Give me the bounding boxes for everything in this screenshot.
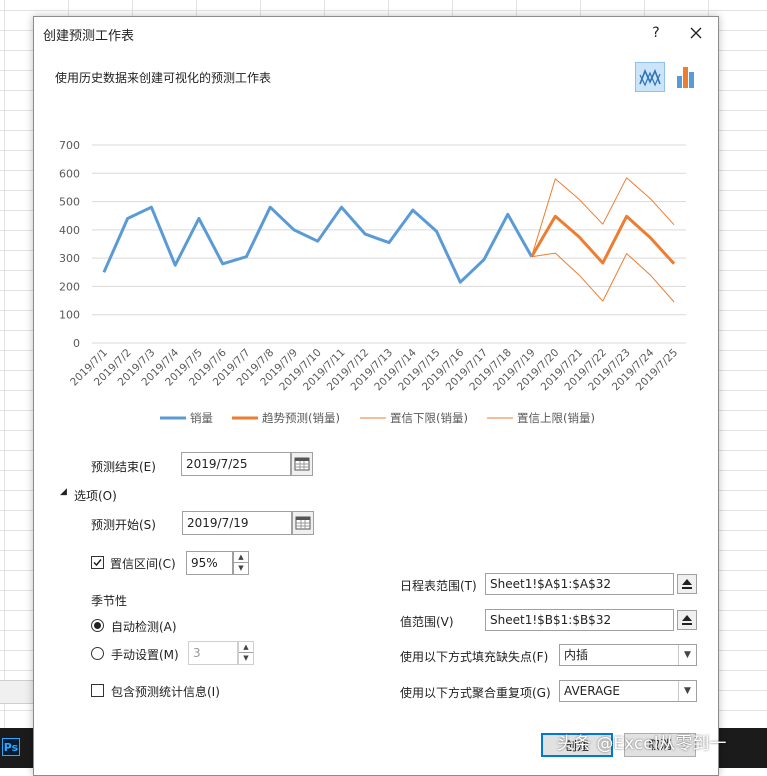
photoshop-icon[interactable]: Ps [2, 738, 20, 756]
y-tick-label: 200 [59, 280, 80, 293]
range-select-icon [678, 575, 696, 593]
fill-missing-value: 内插 [564, 648, 588, 662]
forecast-chart: 01002003004005006007002019/7/12019/7/220… [34, 17, 718, 437]
series-line-3 [532, 178, 675, 257]
spin-down-icon[interactable]: ▼ [234, 563, 248, 574]
spin-down-icon[interactable]: ▼ [239, 653, 253, 664]
include-stats-checkbox[interactable] [91, 684, 104, 697]
timeline-range-label: 日程表范围(T) [400, 577, 477, 594]
calendar-icon [292, 453, 312, 475]
create-forecast-dialog: 创建预测工作表 ? 使用历史数据来创建可视化的预测工作表 01002003004… [33, 16, 719, 776]
legend-label: 销量 [190, 411, 213, 425]
legend-label: 趋势预测(销量) [262, 411, 340, 425]
values-range-collapse-button[interactable] [677, 610, 697, 630]
watermark: 头条 @Excel从零到一 [557, 729, 726, 754]
range-select-icon [678, 611, 696, 629]
forecast-end-label: 预测结束(E) [91, 458, 156, 475]
confidence-label: 置信区间(C) [110, 555, 176, 572]
timeline-range-collapse-button[interactable] [677, 574, 697, 594]
manual-value-input[interactable]: 3 [188, 641, 238, 665]
calendar-icon [293, 512, 313, 534]
fill-missing-select[interactable]: 内插 ▼ [559, 644, 697, 666]
spin-up-icon[interactable]: ▲ [234, 552, 248, 563]
confidence-input[interactable]: 95% [186, 551, 233, 575]
manual-spinner[interactable]: ▲ ▼ [238, 641, 254, 665]
sheet-tab-strip [0, 680, 34, 704]
values-range-label: 值范围(V) [400, 613, 454, 630]
y-tick-label: 600 [59, 167, 80, 180]
aggregate-label: 使用以下方式聚合重复项(G) [400, 684, 551, 701]
spin-up-icon[interactable]: ▲ [239, 642, 253, 653]
forecast-start-calendar-button[interactable] [292, 511, 314, 535]
y-tick-label: 300 [59, 252, 80, 265]
seasonality-label: 季节性 [91, 592, 127, 609]
forecast-end-input[interactable]: 2019/7/25 [181, 452, 291, 476]
forecast-start-input[interactable]: 2019/7/19 [182, 511, 292, 535]
auto-detect-radio[interactable] [91, 619, 104, 632]
chevron-down-icon: ▼ [678, 645, 696, 665]
y-tick-label: 400 [59, 224, 80, 237]
collapse-arrow-icon[interactable]: ◢ [60, 487, 67, 497]
y-tick-label: 700 [59, 139, 80, 152]
legend-label: 置信上限(销量) [517, 411, 595, 425]
include-stats-label: 包含预测统计信息(I) [111, 683, 220, 700]
confidence-spinner[interactable]: ▲ ▼ [233, 551, 249, 575]
y-tick-label: 0 [73, 337, 80, 350]
y-tick-label: 500 [59, 196, 80, 209]
chevron-down-icon: ▼ [678, 681, 696, 701]
timeline-range-input[interactable]: Sheet1!$A$1:$A$32 [485, 573, 674, 595]
y-tick-label: 100 [59, 309, 80, 322]
manual-radio[interactable] [91, 647, 104, 660]
aggregate-value: AVERAGE [564, 684, 620, 698]
confidence-checkbox[interactable] [91, 556, 104, 569]
legend-label: 置信下限(销量) [390, 411, 468, 425]
series-line-0 [104, 207, 532, 282]
auto-detect-label: 自动检测(A) [111, 618, 177, 635]
aggregate-select[interactable]: AVERAGE ▼ [559, 680, 697, 702]
checkmark-icon [92, 557, 103, 568]
options-toggle[interactable]: 选项(O) [74, 487, 117, 504]
fill-missing-label: 使用以下方式填充缺失点(F) [400, 648, 548, 665]
radio-selected-dot [94, 622, 101, 629]
forecast-start-label: 预测开始(S) [91, 516, 156, 533]
values-range-input[interactable]: Sheet1!$B$1:$B$32 [485, 609, 674, 631]
forecast-end-calendar-button[interactable] [291, 452, 313, 476]
manual-label: 手动设置(M) [111, 646, 179, 663]
